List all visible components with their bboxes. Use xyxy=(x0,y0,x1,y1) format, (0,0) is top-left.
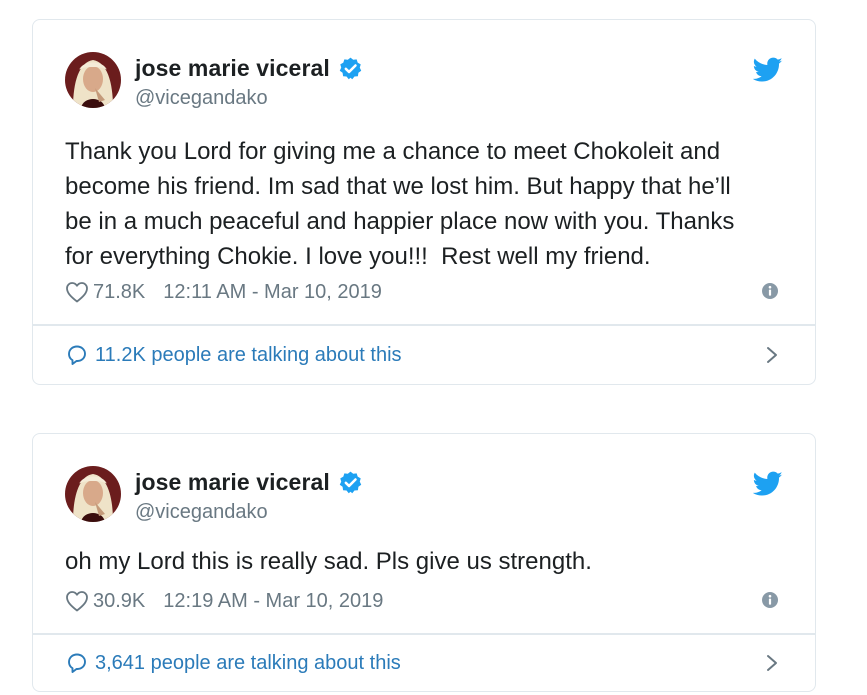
reply-bubble-icon xyxy=(65,651,89,675)
info-icon[interactable] xyxy=(761,591,779,609)
tweet-card[interactable]: jose marie viceral @vicegandako oh my Lo… xyxy=(32,433,816,692)
people-talking-link[interactable]: 11.2K people are talking about this xyxy=(65,335,783,375)
verified-badge-icon xyxy=(338,56,363,81)
tweet-meta-row: 71.8K 12:11 AM - Mar 10, 2019 xyxy=(65,278,783,306)
author-handle[interactable]: @vicegandako xyxy=(135,87,268,110)
tweet-card[interactable]: jose marie viceral @vicegandako Thank yo… xyxy=(32,19,816,385)
tweet-timestamp[interactable]: 12:11 AM - Mar 10, 2019 xyxy=(163,281,382,304)
twitter-bird-icon[interactable] xyxy=(752,471,783,497)
tweet-meta-row: 30.9K 12:19 AM - Mar 10, 2019 xyxy=(65,587,783,615)
people-talking-text: 3,641 people are talking about this xyxy=(95,651,401,674)
tweet-timestamp[interactable]: 12:19 AM - Mar 10, 2019 xyxy=(163,590,383,613)
tweet-text: Thank you Lord for giving me a chance to… xyxy=(65,138,735,270)
divider xyxy=(33,633,815,635)
people-talking-text: 11.2K people are talking about this xyxy=(95,343,402,366)
chevron-right-icon xyxy=(765,345,779,365)
heart-icon[interactable] xyxy=(65,590,89,612)
author-name-row: jose marie viceral xyxy=(135,469,363,496)
info-icon[interactable] xyxy=(761,282,779,300)
chevron-right-icon xyxy=(765,653,779,673)
people-talking-link[interactable]: 3,641 people are talking about this xyxy=(65,643,783,683)
avatar[interactable] xyxy=(65,52,121,108)
tweet-text: oh my Lord this is really sad. Pls give … xyxy=(65,548,592,575)
divider xyxy=(33,324,815,326)
author-display-name[interactable]: jose marie viceral xyxy=(135,55,330,82)
tweet-header: jose marie viceral @vicegandako xyxy=(65,52,783,112)
author-display-name[interactable]: jose marie viceral xyxy=(135,469,330,496)
like-count[interactable]: 30.9K xyxy=(93,590,145,613)
author-name-row: jose marie viceral xyxy=(135,55,363,82)
avatar[interactable] xyxy=(65,466,121,522)
tweet-header: jose marie viceral @vicegandako xyxy=(65,466,783,526)
page: jose marie viceral @vicegandako Thank yo… xyxy=(0,0,867,695)
like-count[interactable]: 71.8K xyxy=(93,281,145,304)
author-handle[interactable]: @vicegandako xyxy=(135,501,268,524)
heart-icon[interactable] xyxy=(65,281,89,303)
reply-bubble-icon xyxy=(65,343,89,367)
verified-badge-icon xyxy=(338,470,363,495)
twitter-bird-icon[interactable] xyxy=(752,57,783,83)
